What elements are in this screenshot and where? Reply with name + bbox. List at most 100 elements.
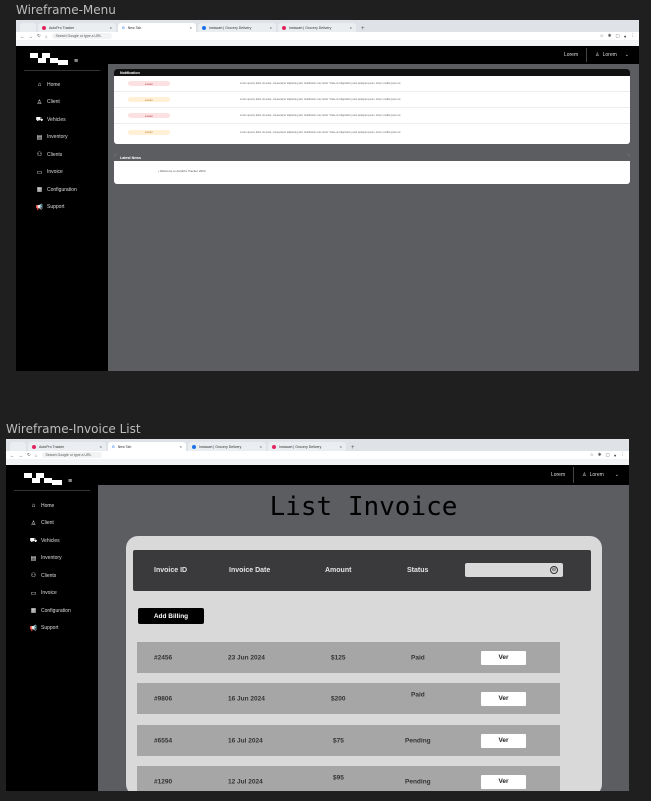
status-badge: Lorem: [128, 81, 170, 86]
search-input[interactable]: ⊙: [465, 563, 563, 577]
browser-tab[interactable]: Instacart | Grocery Delivery ×: [278, 23, 356, 32]
close-icon[interactable]: ×: [270, 25, 272, 30]
column-header[interactable]: Invoice ID: [154, 567, 187, 574]
browser-tab[interactable]: G New Tab ×: [118, 23, 196, 32]
user-menu[interactable]: ♙ Lorem ⌄: [595, 52, 629, 58]
close-icon[interactable]: ×: [190, 25, 192, 30]
address-input[interactable]: Search Google or type a URL: [51, 33, 112, 39]
sidebar-item-configuration[interactable]: ▦ Configuration: [36, 186, 77, 194]
view-button[interactable]: Ver: [481, 774, 526, 789]
new-tab-icon[interactable]: +: [358, 26, 368, 32]
favicon-icon: [192, 444, 196, 449]
sidebar-item-vehicles[interactable]: ⛟ Vehicles: [36, 116, 77, 123]
back-icon[interactable]: ←: [20, 34, 25, 39]
star-icon[interactable]: ☆: [590, 452, 594, 458]
address-text: Search Google or type a URL: [45, 453, 92, 457]
sidebar-item-clients[interactable]: ⚇ Clients: [36, 151, 77, 159]
sidebar-item-support[interactable]: 📢 Support: [30, 625, 71, 632]
invoice-table-header: Invoice ID Invoice Date Amount Status ⊙: [133, 550, 591, 591]
news-item[interactable]: • Welcome to AutoPro Tracker 2024: [114, 161, 630, 173]
table-row[interactable]: #6554 16 Jul 2024 $75 Pending Ver: [137, 725, 560, 756]
profile-icon[interactable]: ●: [614, 453, 617, 458]
reload-icon[interactable]: ↻: [27, 452, 31, 458]
browser-tab[interactable]: AutoPro Tracker ×: [38, 23, 116, 32]
column-header[interactable]: Amount: [325, 567, 351, 574]
view-button[interactable]: Ver: [481, 691, 526, 706]
view-button[interactable]: Ver: [481, 733, 526, 748]
notification-item[interactable]: Lorem Lorem ipsum dolor sit amet, consect…: [114, 124, 630, 140]
sidebar-item-home[interactable]: ⌂ Home: [30, 502, 71, 509]
address-input[interactable]: Search Google or type a URL: [41, 452, 102, 458]
notification-item[interactable]: Lorem Lorem ipsum dolor sit amet, consect…: [114, 92, 630, 108]
browser-tab[interactable]: Instacart | Grocery Delivery ×: [268, 442, 346, 451]
favicon-icon: [282, 25, 286, 30]
logo: [24, 473, 64, 485]
forward-icon[interactable]: →: [29, 34, 34, 39]
extensions-icon[interactable]: ✱: [608, 33, 612, 39]
hamburger-icon[interactable]: ≡: [74, 58, 78, 65]
sidebar-item-home[interactable]: ⌂ Home: [36, 81, 77, 88]
close-icon[interactable]: ×: [180, 444, 182, 449]
close-icon[interactable]: ×: [100, 444, 102, 449]
home-icon[interactable]: ⌂: [45, 34, 48, 39]
clients-icon: ⚇: [30, 573, 37, 579]
kebab-menu-icon[interactable]: ⋮: [631, 33, 636, 39]
invoice-date: 23 Jun 2024: [228, 654, 265, 661]
top-link[interactable]: Lorem: [551, 472, 565, 478]
table-row[interactable]: #9806 16 Jun 2024 $200 Paid Ver: [137, 683, 560, 714]
close-icon[interactable]: ×: [350, 25, 352, 30]
top-link[interactable]: Lorem: [564, 52, 578, 58]
column-header[interactable]: Invoice Date: [229, 567, 270, 574]
search-icon[interactable]: ⊙: [550, 566, 558, 574]
star-icon[interactable]: ☆: [600, 33, 604, 39]
close-icon[interactable]: ×: [340, 444, 342, 449]
column-header[interactable]: Status: [407, 567, 428, 574]
sidebar-item-inventory[interactable]: ▤ Inventory: [30, 555, 71, 562]
forward-icon[interactable]: →: [19, 453, 24, 458]
table-row[interactable]: #2456 23 Jun 2024 $125 Paid Ver: [137, 642, 560, 673]
home-icon: ⌂: [37, 81, 42, 88]
invoice-amount: $200: [331, 695, 346, 702]
sidepanel-icon[interactable]: ▢: [606, 452, 610, 458]
home-icon[interactable]: ⌂: [35, 453, 38, 458]
browser-tab[interactable]: G New Tab ×: [108, 442, 186, 451]
sidebar-item-support[interactable]: 📢 Support: [36, 204, 77, 211]
sidebar-item-clients[interactable]: ⚇ Clients: [30, 572, 71, 580]
close-icon[interactable]: ×: [260, 444, 262, 449]
invoice-date: 16 Jun 2024: [228, 695, 265, 702]
reload-icon[interactable]: ↻: [37, 33, 41, 39]
hamburger-icon[interactable]: ≡: [68, 478, 72, 485]
user-menu[interactable]: ♙ Lorem ⌄: [582, 472, 619, 478]
sidebar-item-client[interactable]: ♙ Client: [36, 99, 77, 106]
sidebar-item-vehicles[interactable]: ⛟ Vehicles: [30, 537, 71, 544]
browser-tab[interactable]: Instacart | Grocery Delivery ×: [188, 442, 266, 451]
sidebar-item-client[interactable]: ♙ Client: [30, 520, 71, 527]
back-icon[interactable]: ←: [10, 453, 15, 458]
notification-item[interactable]: Lorem Lorem ipsum dolor sit amet, consect…: [114, 76, 630, 92]
view-button[interactable]: Ver: [481, 650, 526, 665]
browser-tab[interactable]: Instacart | Grocery Delivery ×: [198, 23, 276, 32]
app-shell: ≡ ⌂ Home ♙ Client ⛟ Vehicles ▤ Inventory ⚇ Cl…: [6, 465, 629, 791]
new-tab-icon[interactable]: +: [348, 445, 358, 451]
add-billing-button[interactable]: Add Billing: [138, 608, 204, 624]
address-bar-row: ← → ↻ ⌂ Search Google or type a URL ☆ ✱ …: [16, 32, 639, 40]
profile-icon[interactable]: ●: [624, 34, 627, 39]
sidebar-item-invoice[interactable]: ▭ Invoice: [36, 169, 77, 176]
table-row[interactable]: #1290 12 Jul 2024 $95 Pending Ver: [137, 766, 560, 791]
browser-tab[interactable]: [20, 23, 36, 32]
sidebar-item-configuration[interactable]: ▦ Configuration: [30, 607, 71, 615]
kebab-menu-icon[interactable]: ⋮: [621, 452, 626, 458]
browser-tab[interactable]: [10, 442, 26, 451]
notification-item[interactable]: Lorem Lorem ipsum dolor sit amet, consect…: [114, 108, 630, 124]
invoice-status: Pending: [405, 737, 431, 744]
close-icon[interactable]: ×: [110, 25, 112, 30]
favicon-icon: [202, 25, 206, 30]
browser-tab[interactable]: AutoPro Tracker ×: [28, 442, 106, 451]
sidepanel-icon[interactable]: ▢: [616, 33, 620, 39]
sidebar-item-inventory[interactable]: ▤ Inventory: [36, 134, 77, 141]
extensions-icon[interactable]: ✱: [598, 452, 602, 458]
sidebar-item-invoice[interactable]: ▭ Invoice: [30, 590, 71, 597]
car-icon: ⛟: [29, 537, 38, 544]
sidebar-menu: ⌂ Home ♙ Client ⛟ Vehicles ▤ Inventory ⚇ Clie…: [30, 502, 71, 632]
logo: [30, 53, 70, 65]
